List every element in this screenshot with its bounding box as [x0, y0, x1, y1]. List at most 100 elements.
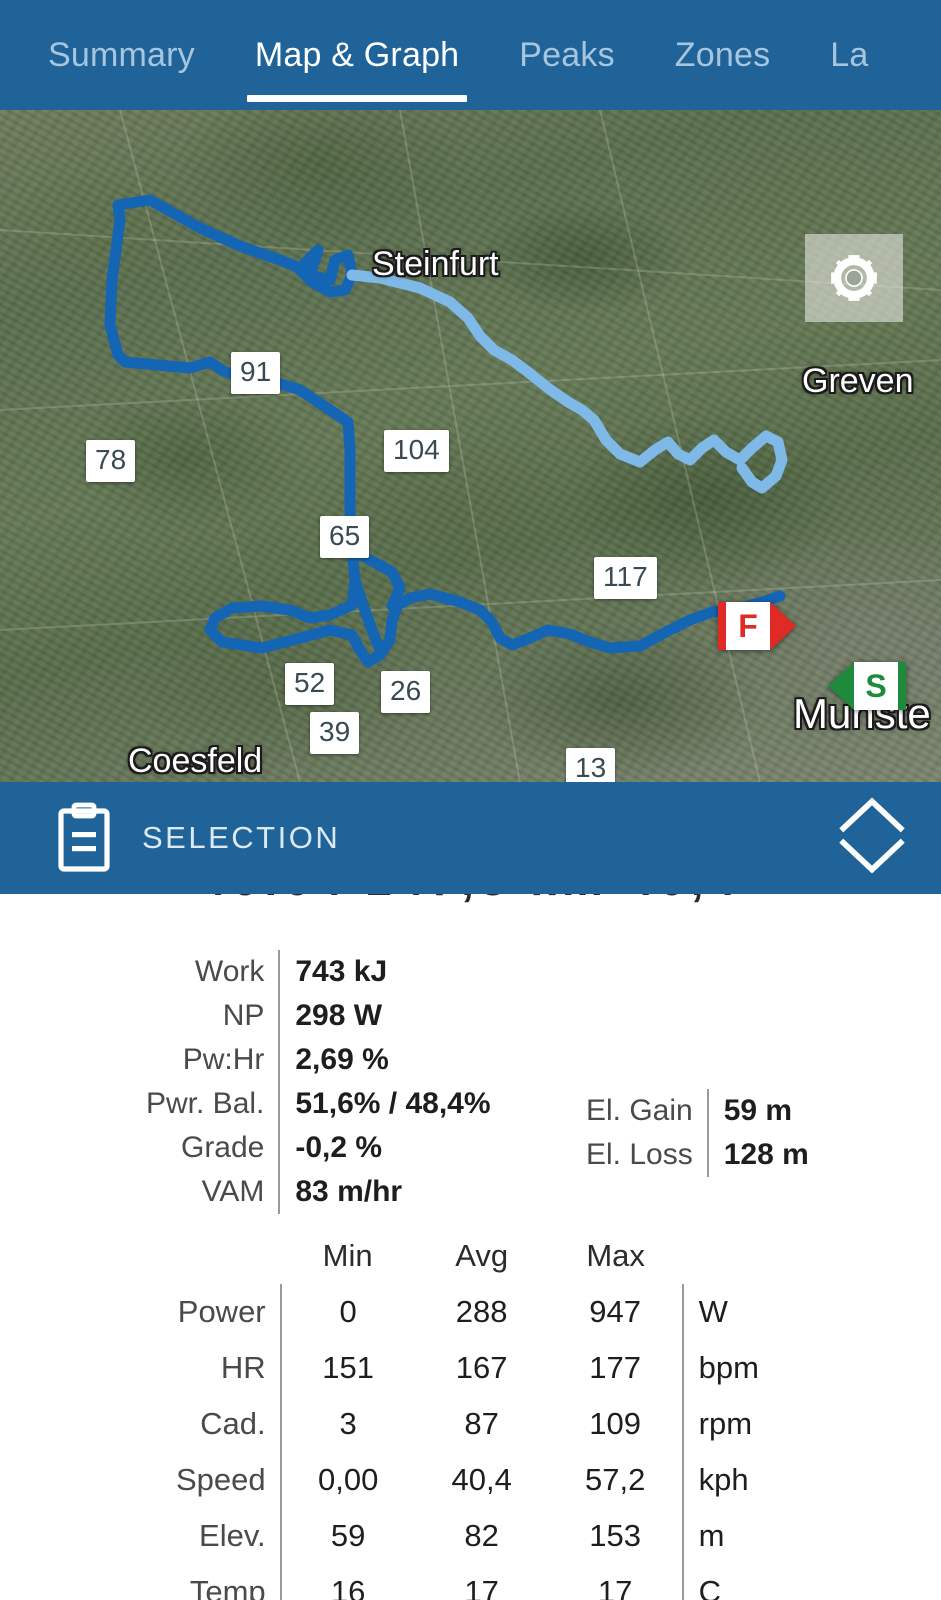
clipped-summary-row: 46:04 247,3 km 40,4	[0, 894, 941, 924]
row-label: Power	[177, 1294, 266, 1329]
finish-marker-band	[718, 602, 726, 650]
tab-la[interactable]: La	[800, 0, 898, 110]
start-marker[interactable]: S	[828, 662, 906, 710]
stat-value: -0,2 %	[278, 1126, 491, 1170]
distance-marker[interactable]: 39	[310, 712, 360, 754]
column-header-min: Min	[322, 1238, 373, 1273]
cell-max: 109	[589, 1406, 641, 1441]
stat-row: Pwr. Bal. 51,6% / 48,4%	[146, 1082, 491, 1126]
cell-unit: m	[681, 1508, 787, 1564]
row-label: Cad.	[200, 1406, 266, 1441]
start-marker-band	[898, 662, 906, 710]
distance-marker[interactable]: 91	[231, 352, 281, 394]
table-row: HR 151 167 177 bpm	[176, 1340, 787, 1396]
cell-unit: kph	[681, 1452, 787, 1508]
cell-avg: 40,4	[451, 1462, 512, 1497]
distance-marker[interactable]: 65	[320, 516, 370, 558]
cell-avg: 288	[455, 1294, 508, 1329]
stat-value: 743 kJ	[278, 950, 491, 994]
key-value-zone: Work 743 kJ NP 298 W Pw:Hr 2,69 % Pwr. Bal. 51,…	[0, 950, 941, 1220]
cell-min: 0	[279, 1284, 415, 1340]
column-header-max: Max	[586, 1238, 645, 1273]
row-label: Speed	[176, 1462, 266, 1497]
selection-bar[interactable]: SELECTION	[0, 782, 941, 894]
table-row: Cad. 3 87 109 rpm	[176, 1396, 787, 1452]
distance-marker[interactable]: 117	[594, 557, 657, 599]
tab-peaks[interactable]: Peaks	[489, 0, 645, 110]
stat-label: El. Loss	[586, 1138, 693, 1171]
map-route-layer	[0, 110, 941, 782]
map-place-label: Greven	[802, 362, 914, 400]
table-row: Speed 0,00 40,4 57,2 kph	[176, 1452, 787, 1508]
cell-max: 153	[589, 1518, 641, 1553]
cell-unit: C	[681, 1564, 787, 1600]
row-label: Temp	[189, 1574, 266, 1600]
cell-unit: W	[681, 1284, 787, 1340]
map-place-label: Steinfurt	[372, 245, 499, 283]
cell-min: 59	[279, 1508, 415, 1564]
selection-expander-button[interactable]	[835, 793, 909, 884]
min-avg-max-table: Min Avg Max Power 0 288 947 W HR 151 167 177 bpm Cad…	[176, 1228, 787, 1600]
stat-value: 83 m/hr	[278, 1170, 491, 1214]
tab-label: Peaks	[519, 35, 615, 74]
column-header-unit	[683, 1228, 787, 1284]
stat-value: 298 W	[278, 994, 491, 1038]
distance-marker[interactable]: 52	[285, 663, 335, 705]
cell-avg: 87	[464, 1406, 499, 1441]
tab-map-graph[interactable]: Map & Graph	[225, 0, 489, 110]
stat-row: NP 298 W	[146, 994, 491, 1038]
stat-label: Grade	[180, 1131, 265, 1164]
row-label: HR	[220, 1350, 266, 1385]
stat-row: El. Loss 128 m	[586, 1133, 809, 1177]
stat-value: 59 m	[706, 1089, 809, 1133]
start-marker-label: S	[854, 662, 898, 710]
stat-row: Pw:Hr 2,69 %	[146, 1038, 491, 1082]
tab-label: La	[830, 35, 869, 74]
primary-stats-table: Work 743 kJ NP 298 W Pw:Hr 2,69 % Pwr. Bal. 51,…	[146, 950, 491, 1214]
table-row: Power 0 288 947 W	[176, 1284, 787, 1340]
cell-avg: 167	[455, 1350, 508, 1385]
tab-label: Summary	[48, 35, 195, 74]
stat-label: El. Gain	[586, 1094, 693, 1127]
distance-marker[interactable]: 13	[566, 748, 616, 782]
table-row: Elev. 59 82 153 m	[176, 1508, 787, 1564]
clipboard-icon	[58, 802, 110, 872]
distance-marker[interactable]: 104	[384, 430, 449, 472]
finish-marker[interactable]: F	[718, 602, 796, 650]
stat-value: 2,69 %	[278, 1038, 491, 1082]
distance-marker[interactable]: 78	[86, 440, 136, 482]
cell-unit: bpm	[681, 1340, 787, 1396]
map-place-label: Coesfeld	[128, 742, 263, 780]
cell-unit: rpm	[681, 1396, 787, 1452]
table-header-row: Min Avg Max	[176, 1228, 787, 1284]
cell-min: 0,00	[279, 1452, 415, 1508]
stat-label: NP	[222, 999, 265, 1032]
table-corner	[176, 1228, 281, 1284]
stat-label: Pwr. Bal.	[146, 1087, 265, 1120]
stat-row: Grade -0,2 %	[146, 1126, 491, 1170]
cell-max: 177	[589, 1350, 641, 1385]
tab-summary[interactable]: Summary	[18, 0, 225, 110]
tab-zones[interactable]: Zones	[645, 0, 801, 110]
cell-avg: 82	[464, 1518, 499, 1553]
cell-min: 151	[279, 1340, 415, 1396]
stat-row: El. Gain 59 m	[586, 1089, 809, 1133]
cell-max: 947	[589, 1294, 641, 1329]
row-label: Elev.	[199, 1518, 266, 1553]
cell-avg: 17	[464, 1574, 499, 1600]
cell-max: 17	[597, 1574, 633, 1600]
stat-row: Work 743 kJ	[146, 950, 491, 994]
stat-label: VAM	[201, 1175, 265, 1208]
finish-marker-tip	[770, 602, 796, 650]
stat-label: Pw:Hr	[182, 1043, 265, 1076]
tab-bar: Summary Map & Graph Peaks Zones La	[0, 0, 941, 110]
tab-label: Zones	[674, 35, 771, 74]
map-settings-button[interactable]	[805, 234, 903, 322]
table-row: Temp 16 17 17 C	[176, 1564, 787, 1600]
tab-label: Map & Graph	[254, 35, 460, 74]
gear-icon	[831, 255, 877, 301]
map-view[interactable]: Steinfurt Greven Coesfeld Munste 91 78 1…	[0, 110, 941, 782]
cell-min: 3	[279, 1396, 415, 1452]
distance-marker[interactable]: 26	[381, 671, 431, 713]
tab-list: Summary Map & Graph Peaks Zones La	[0, 0, 941, 110]
